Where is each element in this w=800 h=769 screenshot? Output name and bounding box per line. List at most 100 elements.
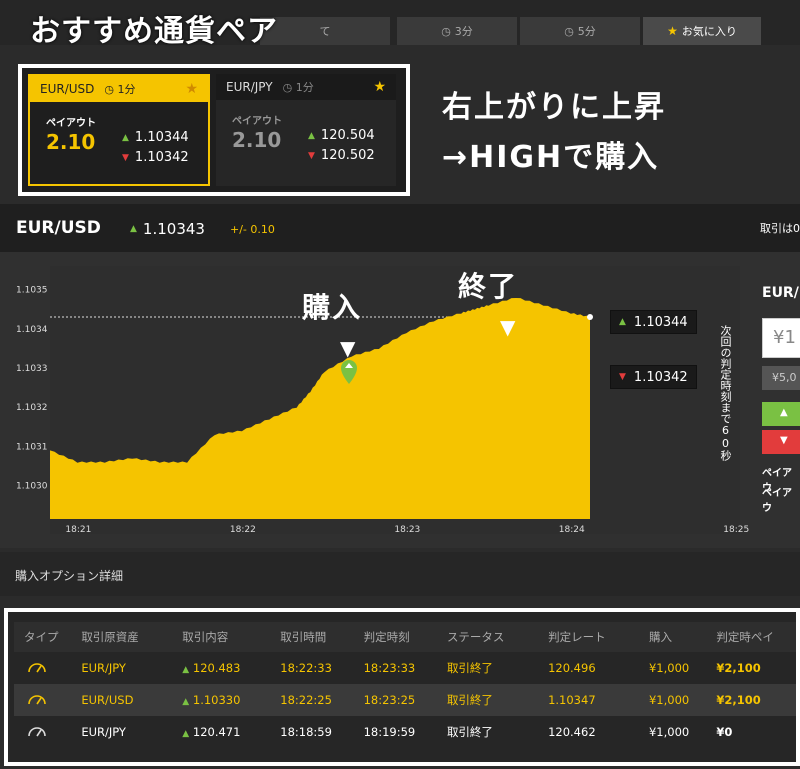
asset-cell: EUR/USD — [81, 684, 183, 716]
asset-cell: EUR/JPY — [81, 716, 183, 748]
asset-change: +/- 0.10 — [230, 223, 275, 236]
low-tag-value: 1.10342 — [633, 369, 688, 385]
tab-favorites[interactable]: ★ お気に入り — [643, 17, 761, 45]
tab-5min[interactable]: ◷ 5分 — [520, 17, 640, 45]
high-rate-tag: ▲ 1.10344 — [610, 310, 697, 334]
judge-rate-cell: 1.10347 — [548, 684, 649, 716]
col-asset[interactable]: 取引原資産 — [81, 622, 183, 652]
low-rate-value: 120.502 — [320, 148, 375, 163]
down-arrow-icon: ▼ — [308, 150, 315, 161]
x-tick-label: 18:21 — [65, 525, 91, 535]
tab-partial[interactable]: て — [260, 17, 390, 45]
current-price-dot — [587, 313, 593, 320]
judge-time-cell: 18:23:25 — [363, 684, 447, 716]
trade-history-highlight: タイプ 取引原資産 取引内容 取引時間 判定時刻 ステータス 判定レート 購入 … — [4, 608, 800, 766]
pair-card-eurusd[interactable]: EUR/USD ◷ 1分 ★ ペイアウト 2.10 ▲ 1.10344 ▼ 1.10… — [28, 74, 210, 186]
amount-option[interactable]: ¥5,0 — [762, 366, 800, 390]
up-arrow-icon: ▲ — [308, 130, 315, 141]
col-amount[interactable]: 購入 — [648, 622, 717, 652]
pair-name: EUR/USD — [40, 82, 95, 96]
up-arrow-icon: ▲ — [619, 317, 626, 327]
high-rate-value: 1.10344 — [134, 130, 189, 145]
judge-time-cell: 18:23:33 — [363, 652, 447, 684]
gauge-icon — [28, 662, 46, 672]
star-icon[interactable]: ★ — [373, 79, 386, 95]
judge-time-cell: 18:19:59 — [363, 716, 447, 748]
content-cell: ▲ 120.471 — [182, 716, 281, 748]
overlay-hint-line1: 右上がりに上昇 — [442, 90, 666, 125]
trade-history-table: タイプ 取引原資産 取引内容 取引時間 判定時刻 ステータス 判定レート 購入 … — [14, 622, 796, 748]
type-cell — [14, 716, 82, 748]
low-rate-value: 1.10342 — [134, 150, 189, 165]
y-tick-label: 1.1030 — [16, 482, 48, 492]
type-cell — [14, 652, 82, 684]
col-status[interactable]: ステータス — [446, 622, 549, 652]
y-tick-label: 1.1031 — [16, 442, 48, 452]
amount-cell: ¥1,000 — [648, 652, 717, 684]
x-tick-label: 18:25 — [723, 525, 749, 535]
col-time[interactable]: 取引時間 — [280, 622, 364, 652]
asset-rate: ▲ 1.10343 — [130, 220, 205, 238]
y-tick-label: 1.1032 — [16, 403, 48, 413]
asset-bar — [0, 204, 800, 252]
overlay-buy-label: 購入 — [302, 291, 363, 324]
low-rate-tag: ▼ 1.10342 — [610, 365, 697, 389]
arrow-down-icon: ▼ — [500, 315, 516, 339]
asset-name: EUR/USD — [16, 218, 101, 238]
col-judge-rate[interactable]: 判定レート — [548, 622, 649, 652]
time-cell: 18:18:59 — [280, 716, 364, 748]
low-button[interactable]: ▼ — [762, 430, 800, 454]
pair-cards-highlight: EUR/USD ◷ 1分 ★ ペイアウト 2.10 ▲ 1.10344 ▼ 1.10… — [18, 64, 410, 196]
overlay-title: おすすめ通貨ペア — [30, 14, 278, 49]
content-rate: 1.10330 — [192, 693, 241, 707]
content-rate: 120.483 — [192, 661, 241, 675]
payout-cell: ¥0 — [716, 716, 796, 748]
table-row: EUR/USD ▲ 1.10330 18:22:25 18:23:25 取引終了 1.10… — [14, 684, 796, 716]
col-content[interactable]: 取引内容 — [182, 622, 281, 652]
up-arrow-icon: ▲ — [122, 132, 129, 143]
payout-label: ペイアウト — [232, 116, 282, 127]
status-cell: 取引終了 — [446, 684, 549, 716]
x-tick-label: 18:23 — [394, 525, 420, 535]
tab-3min[interactable]: ◷ 3分 — [397, 17, 517, 45]
time-cell: 18:22:25 — [280, 684, 364, 716]
content-cell: ▲ 1.10330 — [182, 684, 281, 716]
payout-value: 2.10 — [232, 128, 282, 152]
overlay-end-label: 終了 — [458, 270, 519, 303]
star-icon[interactable]: ★ — [185, 81, 198, 97]
low-rate: ▼ 1.10342 — [122, 150, 189, 165]
clock-icon: ◷ — [441, 24, 451, 38]
high-rate-value: 120.504 — [320, 128, 375, 143]
table-row: EUR/JPY ▲ 120.471 18:18:59 18:19:59 取引終了 120.… — [14, 716, 796, 748]
table-header-row: タイプ 取引原資産 取引内容 取引時間 判定時刻 ステータス 判定レート 購入 … — [14, 622, 796, 652]
arrow-down-icon: ▼ — [340, 336, 356, 360]
trade-note: 取引は0 — [760, 222, 800, 235]
payout-label: ペイアウト — [46, 118, 96, 129]
amount-input[interactable]: ¥1 — [762, 318, 800, 358]
tab-label: 5分 — [577, 25, 596, 38]
x-tick-label: 18:24 — [559, 525, 585, 535]
content-rate: 120.471 — [192, 725, 241, 739]
amount-cell: ¥1,000 — [648, 684, 717, 716]
high-button[interactable]: ▲ — [762, 402, 800, 426]
asset-cell: EUR/JPY — [81, 652, 183, 684]
pair-card-eurjpy[interactable]: EUR/JPY ◷ 1分 ★ ペイアウト 2.10 ▲ 120.504 ▼ 120.… — [216, 74, 396, 186]
tab-label: て — [319, 25, 331, 38]
overlay-hint-line2: →HIGHで購入 — [442, 140, 660, 175]
y-tick-label: 1.1033 — [16, 364, 48, 374]
order-pair: EUR/ — [762, 285, 799, 301]
tab-label: 3分 — [454, 25, 473, 38]
duration: 1分 — [117, 83, 136, 96]
judge-rate-cell: 120.496 — [548, 652, 649, 684]
col-type[interactable]: タイプ — [14, 622, 82, 652]
payout-value: 2.10 — [46, 130, 96, 154]
col-judge-time[interactable]: 判定時刻 — [363, 622, 447, 652]
up-arrow-icon: ▲ — [182, 697, 190, 707]
clock-icon: ◷ 1分 — [104, 83, 136, 96]
content-cell: ▲ 120.483 — [182, 652, 281, 684]
amount-cell: ¥1,000 — [648, 716, 717, 748]
y-tick-label: 1.1035 — [16, 286, 48, 296]
col-payout[interactable]: 判定時ペイ — [716, 622, 796, 652]
high-rate: ▲ 1.10344 — [122, 130, 189, 145]
type-cell — [14, 684, 82, 716]
